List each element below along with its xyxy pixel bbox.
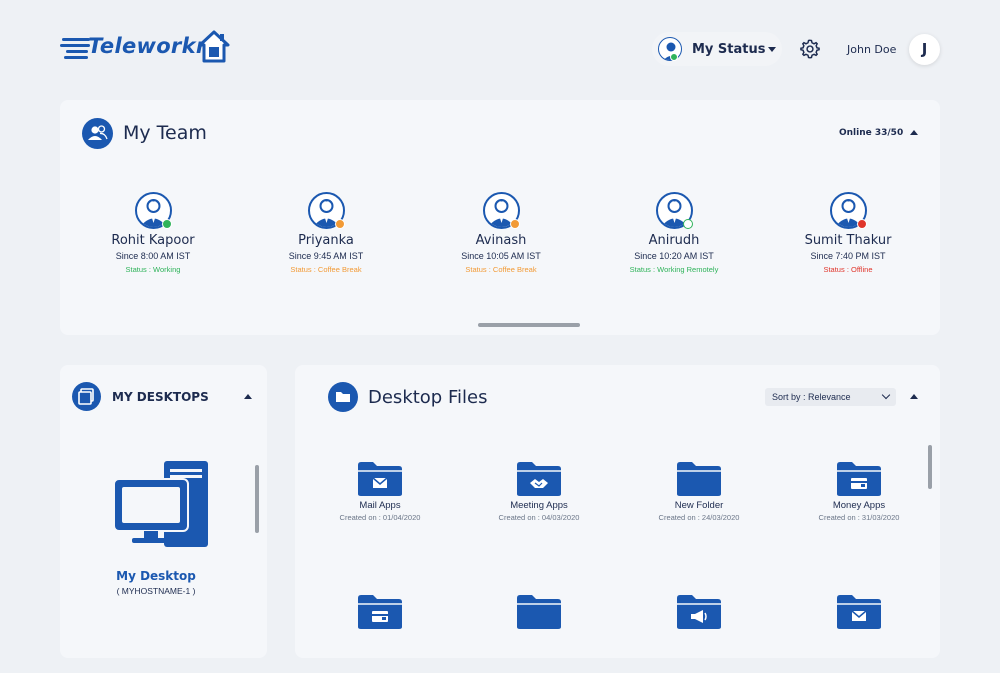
desktop-files-panel: Desktop Files Sort by : Relevance Mail A…	[295, 365, 940, 658]
chevron-down-icon	[881, 390, 891, 400]
member-status: Status : Working Remotely	[629, 265, 719, 274]
file-item[interactable]: Money Apps Created on : 31/03/2020	[799, 461, 919, 522]
my-desktops-title: MY DESKTOPS	[112, 390, 209, 404]
user-name[interactable]: John Doe	[847, 43, 896, 56]
team-member-card[interactable]: Sumit Thakur Since 7:40 PM IST Status : …	[768, 192, 928, 274]
file-date: Created on : 01/04/2020	[339, 513, 421, 522]
file-date: Created on : 31/03/2020	[818, 513, 900, 522]
mail-folder-icon	[799, 594, 919, 630]
desktop-name[interactable]: My Desktop	[60, 569, 252, 583]
member-since: Since 8:00 AM IST	[115, 251, 191, 261]
file-item[interactable]	[320, 594, 440, 633]
chevron-down-icon	[768, 47, 776, 52]
file-date: Created on : 04/03/2020	[498, 513, 580, 522]
user-avatar[interactable]: J	[909, 34, 940, 65]
my-desktops-panel: MY DESKTOPS My Desktop ( MYHOSTNAME-1 )	[60, 365, 267, 658]
member-status: Status : Working	[125, 265, 181, 274]
desktop-window-icon	[72, 382, 101, 411]
team-member-card[interactable]: Priyanka Since 9:45 AM IST Status : Coff…	[246, 192, 406, 274]
member-since: Since 7:40 PM IST	[810, 251, 886, 261]
wallet-folder-icon	[799, 461, 919, 497]
sort-label: Sort by : Relevance	[772, 392, 851, 402]
my-status-label: My Status	[692, 41, 766, 57]
file-name: New Folder	[674, 500, 724, 511]
status-dot	[509, 219, 520, 229]
file-name: Mail Apps	[359, 500, 401, 511]
file-item[interactable]	[479, 594, 599, 633]
file-item[interactable]: Meeting Apps Created on : 04/03/2020	[479, 461, 599, 522]
team-member-card[interactable]: Avinash Since 10:05 AM IST Status : Coff…	[421, 192, 581, 274]
status-dot	[161, 219, 172, 229]
collapse-desktops-icon[interactable]	[244, 394, 252, 399]
team-member-card[interactable]: Rohit Kapoor Since 8:00 AM IST Status : …	[73, 192, 233, 274]
file-item[interactable]: Mail Apps Created on : 01/04/2020	[320, 461, 440, 522]
member-status: Status : Offline	[823, 265, 873, 274]
member-status: Status : Coffee Break	[290, 265, 362, 274]
status-dot	[682, 219, 693, 229]
logo-text: Teleworkr	[88, 34, 207, 58]
status-dot	[334, 219, 345, 229]
member-since: Since 9:45 AM IST	[288, 251, 364, 261]
house-icon	[198, 30, 230, 63]
status-dot	[856, 219, 867, 229]
member-since: Since 10:05 AM IST	[461, 251, 541, 261]
desktops-scrollbar[interactable]	[255, 465, 259, 533]
member-name: Avinash	[475, 233, 527, 248]
file-item[interactable]	[639, 594, 759, 633]
member-name: Rohit Kapoor	[111, 233, 195, 248]
computer-icon[interactable]	[114, 461, 210, 547]
member-status: Status : Coffee Break	[465, 265, 537, 274]
folder-icon	[639, 461, 759, 497]
handshake-folder-icon	[479, 461, 599, 497]
megaphone-folder-icon	[639, 594, 759, 630]
online-indicator	[670, 53, 678, 61]
desktop-files-title: Desktop Files	[368, 387, 488, 408]
gear-icon[interactable]	[799, 38, 821, 60]
card-folder-icon	[320, 594, 440, 630]
desktop-hostname: ( MYHOSTNAME-1 )	[116, 586, 196, 596]
teleworkr-logo[interactable]: Teleworkr	[60, 30, 230, 66]
member-name: Sumit Thakur	[804, 233, 892, 248]
team-member-card[interactable]: Anirudh Since 10:20 AM IST Status : Work…	[594, 192, 754, 274]
online-count: Online 33/50	[839, 128, 904, 138]
folder-icon	[479, 594, 599, 630]
mail-folder-icon	[320, 461, 440, 497]
file-item[interactable]	[799, 594, 919, 633]
horizontal-scrollbar[interactable]	[478, 323, 580, 327]
folder-icon	[328, 382, 358, 412]
sort-select[interactable]: Sort by : Relevance	[765, 388, 896, 406]
file-name: Meeting Apps	[510, 500, 568, 511]
files-scrollbar[interactable]	[928, 445, 932, 489]
file-date: Created on : 24/03/2020	[658, 513, 740, 522]
file-name: Money Apps	[832, 500, 886, 511]
my-status-dropdown[interactable]: My Status	[652, 32, 782, 66]
my-team-title: My Team	[123, 122, 207, 144]
member-since: Since 10:20 AM IST	[634, 251, 714, 261]
collapse-files-icon[interactable]	[910, 394, 918, 399]
file-item[interactable]: New Folder Created on : 24/03/2020	[639, 461, 759, 522]
team-icon	[82, 118, 113, 149]
collapse-team-icon[interactable]	[910, 130, 918, 135]
member-name: Anirudh	[648, 233, 700, 248]
member-name: Priyanka	[298, 233, 354, 248]
my-team-panel: My Team Online 33/50 Rohit Kapoor Since …	[60, 100, 940, 335]
